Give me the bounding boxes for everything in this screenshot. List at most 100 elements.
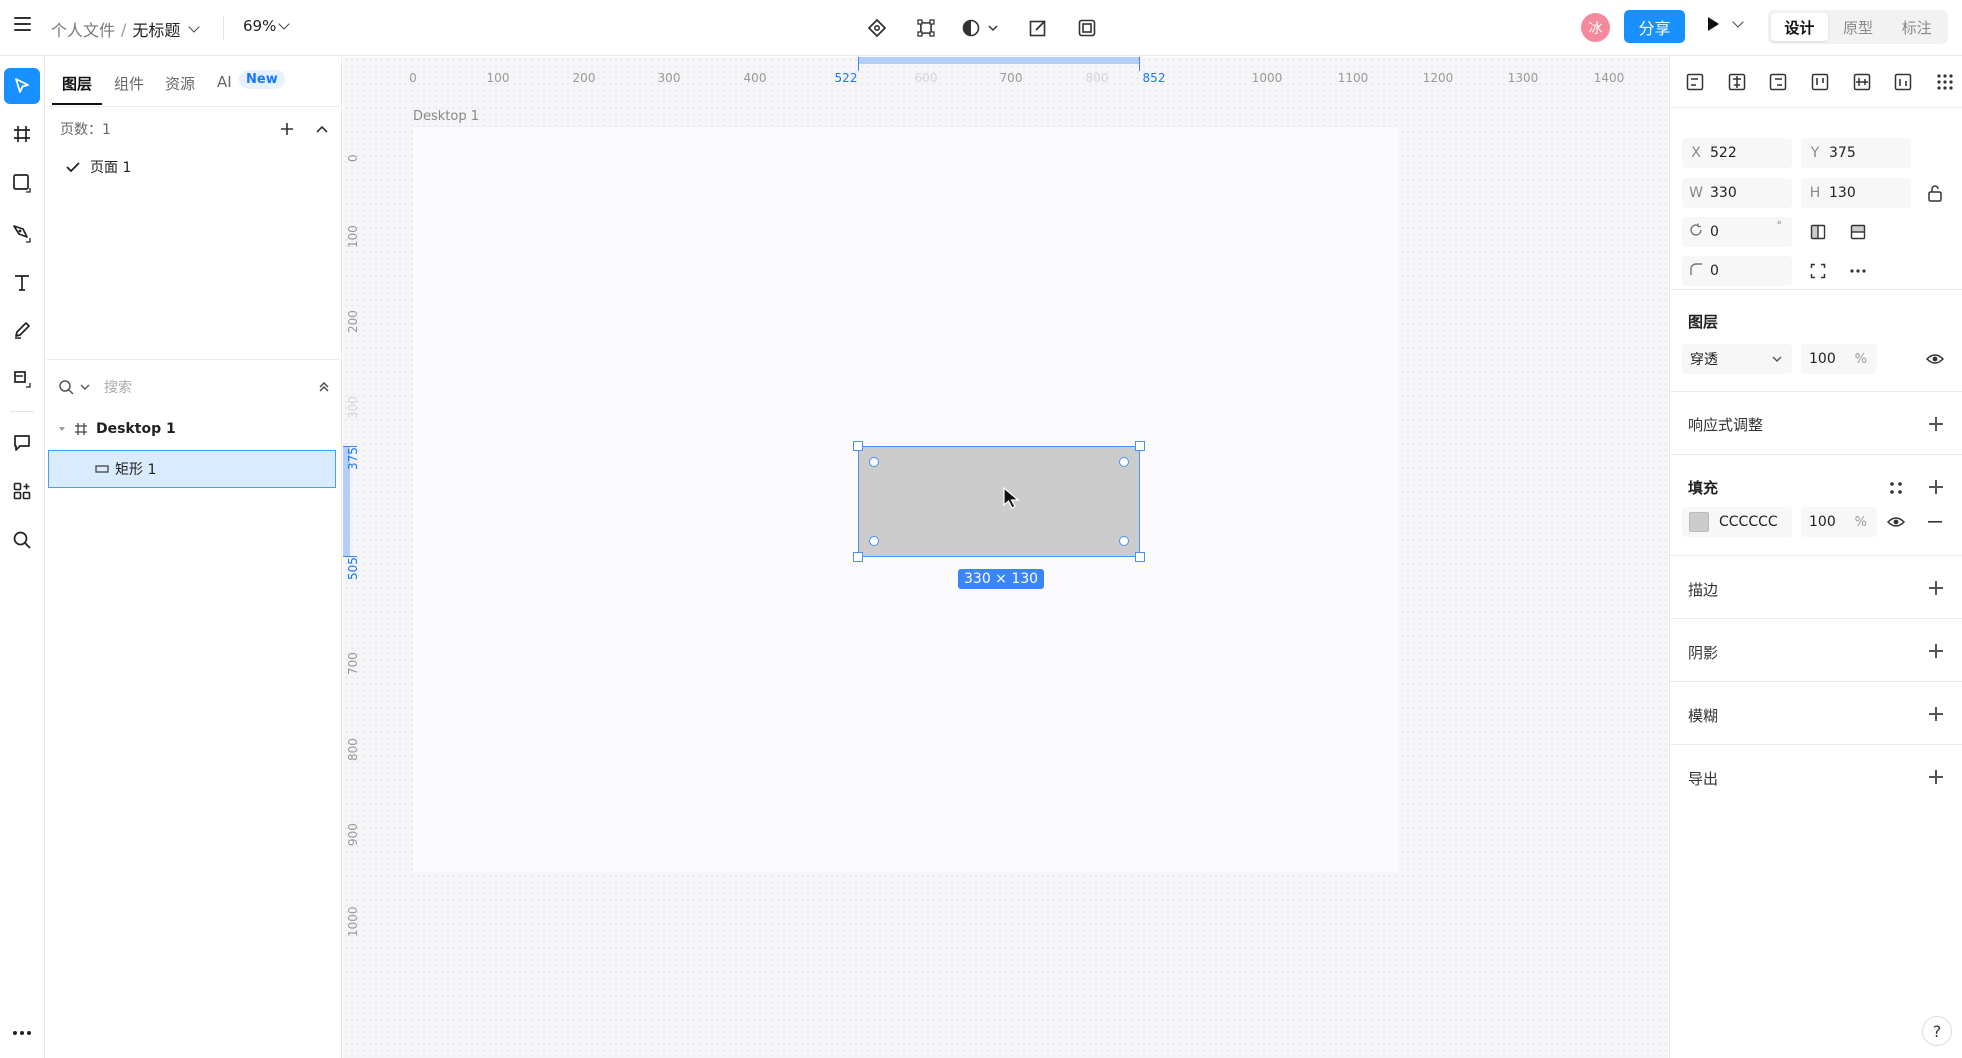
rotation-value: 0 <box>1710 224 1719 240</box>
tab-prototype[interactable]: 原型 <box>1830 13 1887 41</box>
resize-handle-tl[interactable] <box>853 441 863 451</box>
hamburger-menu-icon[interactable] <box>12 14 32 34</box>
add-export-icon[interactable] <box>1928 769 1944 785</box>
tab-assets[interactable]: 资源 <box>165 73 195 94</box>
add-shadow-icon[interactable] <box>1928 643 1944 659</box>
active-tab-indicator <box>52 103 102 105</box>
help-button[interactable]: ? <box>1922 1016 1952 1046</box>
share-button[interactable]: 分享 <box>1624 10 1685 43</box>
canvas[interactable]: 0 100 200 300 400 522 600 700 800 852 10… <box>343 57 1668 1058</box>
width-field[interactable]: W 330 <box>1682 178 1792 208</box>
pen-tool-icon[interactable] <box>4 215 40 251</box>
corner-radius-handle[interactable] <box>1119 457 1129 467</box>
blend-mode-select[interactable]: 穿透 <box>1682 344 1792 374</box>
ruler-left: 0 100 200 300 375 505 600 700 800 900 10… <box>343 85 371 1058</box>
align-right-icon[interactable] <box>1767 71 1789 93</box>
corner-radius-handle[interactable] <box>869 457 879 467</box>
align-hcenter-icon[interactable] <box>1726 71 1748 93</box>
add-fill-icon[interactable] <box>1928 479 1944 495</box>
component-icon[interactable] <box>862 13 892 43</box>
search-icon[interactable] <box>4 522 40 558</box>
add-stroke-icon[interactable] <box>1928 580 1944 596</box>
align-top-icon[interactable] <box>1809 71 1831 93</box>
selected-rectangle[interactable] <box>858 446 1140 557</box>
layers-panel: 图层 组件 资源 AI New 页数：1 页面 1 搜索 Desktop 1 矩… <box>46 57 342 1058</box>
resize-handle-br[interactable] <box>1135 552 1145 562</box>
eye-icon[interactable] <box>1925 349 1945 369</box>
align-bottom-icon[interactable] <box>1892 71 1914 93</box>
rectangle-tool-icon[interactable] <box>4 165 40 201</box>
fill-opacity-field[interactable]: 100 % <box>1801 507 1877 537</box>
y-field[interactable]: Y 375 <box>1801 138 1911 168</box>
chevron-up-icon[interactable] <box>316 125 328 133</box>
add-blur-icon[interactable] <box>1928 706 1944 722</box>
layer-row-frame[interactable]: Desktop 1 <box>46 410 342 448</box>
flip-vertical-icon[interactable] <box>1848 222 1868 242</box>
tab-design[interactable]: 设计 <box>1771 13 1828 41</box>
remove-fill-icon[interactable] <box>1925 512 1945 532</box>
edit-icon[interactable] <box>1023 13 1053 43</box>
preview-play-button[interactable] <box>1706 16 1746 32</box>
ruler-marker <box>858 57 859 71</box>
resize-handle-bl[interactable] <box>853 552 863 562</box>
align-left-icon[interactable] <box>1684 71 1706 93</box>
layer-row-rectangle[interactable]: 矩形 1 <box>48 450 336 488</box>
eye-icon[interactable] <box>1886 512 1906 532</box>
chevron-down-icon[interactable] <box>188 21 201 33</box>
plugins-icon[interactable] <box>4 473 40 509</box>
resize-handle-tr[interactable] <box>1135 441 1145 451</box>
slice-tool-icon[interactable] <box>4 360 40 396</box>
align-vcenter-icon[interactable] <box>1851 71 1873 93</box>
move-tool-icon[interactable] <box>4 68 40 104</box>
frame-label[interactable]: Desktop 1 <box>413 109 479 124</box>
w-value: 330 <box>1710 185 1737 201</box>
theme-toggle[interactable] <box>960 13 1004 43</box>
stroke-section-title: 描边 <box>1688 581 1719 599</box>
tab-annotate[interactable]: 标注 <box>1888 13 1945 41</box>
collapse-all-icon[interactable] <box>318 381 330 393</box>
file-name[interactable]: 无标题 <box>132 17 180 41</box>
independent-corners-icon[interactable] <box>1808 261 1828 281</box>
caret-down-icon[interactable] <box>58 425 66 433</box>
distribute-icon[interactable] <box>1934 71 1956 93</box>
more-icon[interactable] <box>4 1015 40 1051</box>
height-field[interactable]: H 130 <box>1801 178 1911 208</box>
ruler-label-highlight: 852 <box>1142 71 1166 85</box>
fill-swatch[interactable] <box>1689 512 1709 532</box>
page-item[interactable]: 页面 1 <box>66 157 131 177</box>
add-page-icon[interactable] <box>280 122 294 136</box>
more-icon[interactable] <box>1848 261 1868 281</box>
corner-radius-handle[interactable] <box>869 536 879 546</box>
breadcrumb-folder[interactable]: 个人文件 <box>51 17 115 41</box>
mouse-cursor-icon <box>1003 486 1020 509</box>
check-icon <box>66 162 80 173</box>
lock-icon[interactable] <box>1925 183 1945 203</box>
layer-opacity-field[interactable]: 100 % <box>1801 344 1877 374</box>
radius-value: 0 <box>1710 263 1719 279</box>
transform-icon[interactable] <box>911 13 941 43</box>
tab-components[interactable]: 组件 <box>114 73 144 94</box>
user-avatar[interactable]: 冰 <box>1581 13 1610 42</box>
corner-radius-field[interactable]: 0 <box>1682 256 1792 286</box>
zoom-dropdown[interactable]: 69% <box>243 17 292 35</box>
fill-color-field[interactable]: CCCCCC <box>1682 507 1792 537</box>
flip-horizontal-icon[interactable] <box>1808 222 1828 242</box>
add-responsive-icon[interactable] <box>1928 416 1944 432</box>
h-value: 130 <box>1829 185 1856 201</box>
styles-grid-icon[interactable] <box>1886 478 1906 498</box>
frame-mask-icon[interactable] <box>1072 13 1102 43</box>
frame-tool-icon[interactable] <box>4 116 40 152</box>
ruler-marker <box>1139 57 1140 71</box>
pencil-tool-icon[interactable] <box>4 312 40 348</box>
tab-ai[interactable]: AI <box>217 73 232 91</box>
section-divider <box>46 359 342 360</box>
layer-search[interactable]: 搜索 <box>58 375 330 399</box>
rotation-field[interactable]: 0 ° <box>1682 217 1792 247</box>
search-placeholder: 搜索 <box>104 380 132 396</box>
ruler-label-highlight: 375 <box>346 447 360 470</box>
comment-tool-icon[interactable] <box>4 425 40 461</box>
corner-radius-handle[interactable] <box>1119 536 1129 546</box>
tab-layers[interactable]: 图层 <box>62 73 92 94</box>
x-field[interactable]: X 522 <box>1682 138 1792 168</box>
text-tool-icon[interactable] <box>4 264 40 300</box>
